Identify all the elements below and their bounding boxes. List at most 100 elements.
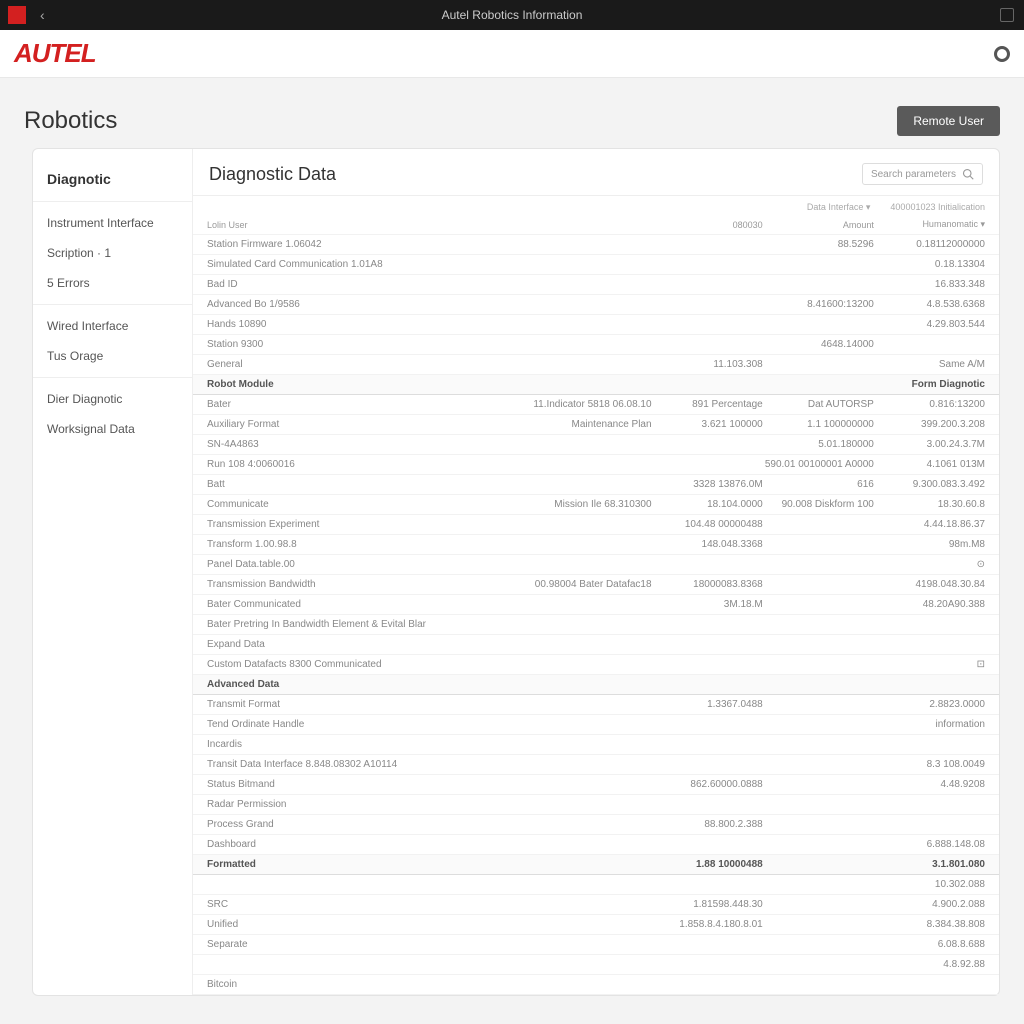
table-row: SN-4A48635.01.1800003.00.24.3.7M: [193, 435, 999, 455]
table-row: Expand Data: [193, 635, 999, 655]
window-control-icon[interactable]: [1000, 8, 1014, 22]
filter-row: Data Interface ▾ 400001023 Initialication: [193, 196, 999, 215]
cell: Dashboard: [207, 839, 503, 850]
cell: 3328 13876.0M: [652, 479, 763, 490]
cell: 11.103.308: [652, 359, 763, 370]
status-ring-icon[interactable]: [994, 46, 1010, 62]
app-icon: [8, 6, 26, 24]
sidebar-item-4[interactable]: Wired Interface: [33, 311, 192, 341]
cell: ⊙: [874, 559, 985, 570]
table-row: Dashboard6.888.148.08: [193, 835, 999, 855]
cell: 148.048.3368: [652, 539, 763, 550]
cell: Panel Data.table.00: [207, 559, 503, 570]
cell: 88.5296: [763, 239, 874, 250]
table-row: Transmit Format1.3367.04882.8823.0000: [193, 695, 999, 715]
table-row: Transmission Experiment104.48 000004884.…: [193, 515, 999, 535]
cell: Process Grand: [207, 819, 503, 830]
cell: 4198.048.30.84: [874, 579, 985, 590]
filter-1[interactable]: 400001023 Initialication: [890, 202, 985, 213]
cell: 4.44.18.86.37: [874, 519, 985, 530]
cell: Station Firmware 1.06042: [207, 239, 503, 250]
cell: 16.833.348: [874, 279, 985, 290]
table-row: General 11.103.308 Same A/M: [193, 355, 999, 375]
filter-0[interactable]: Data Interface ▾: [807, 202, 871, 213]
cell: Transmission Bandwidth: [207, 579, 503, 590]
table-row: Advanced Data: [193, 675, 999, 695]
cell: General: [207, 359, 503, 370]
cell: 4.48.9208: [874, 779, 985, 790]
cell: 0.816:13200: [874, 399, 985, 410]
table-row: Formatted 1.88 10000488 3.1.801.080: [193, 855, 999, 875]
cell: 3M.18.M: [652, 599, 763, 610]
cell: 4.29.803.544: [874, 319, 985, 330]
cell: 48.20A90.388: [874, 599, 985, 610]
cell: Transit Data Interface 8.848.08302 A1011…: [207, 759, 503, 770]
search-placeholder: Search parameters: [871, 169, 956, 180]
table-row: Panel Data.table.00 ⊙: [193, 555, 999, 575]
table-row: Transmission Bandwidth00.98004 Bater Dat…: [193, 575, 999, 595]
cell: 0.18.13304: [874, 259, 985, 270]
cell: Batt: [207, 479, 503, 490]
table-row: Robot ModuleForm Diagnotic: [193, 375, 999, 395]
cell: 88.800.2.388: [652, 819, 763, 830]
cell: Auxiliary Format: [207, 419, 503, 430]
cell: 18.104.0000: [652, 499, 763, 510]
back-button[interactable]: ‹: [34, 5, 51, 25]
table-row: CommunicateMission Ile 68.31030018.104.0…: [193, 495, 999, 515]
cell: 18000083.8368: [652, 579, 763, 590]
titlebar: ‹ Autel Robotics Information: [0, 0, 1024, 30]
cell: 1.88 10000488: [652, 859, 763, 870]
sidebar-item-0[interactable]: Diagnotic: [33, 163, 192, 195]
cell: 18.30.60.8: [874, 499, 985, 510]
cell: SRC: [207, 899, 503, 910]
cell: 0.18112000000: [874, 239, 985, 250]
data-card: Diagnotic Instrument InterfaceScription ·…: [32, 148, 1000, 996]
page-title: Robotics: [24, 107, 117, 135]
table-row: Status Bitmand862.60000.08884.48.9208: [193, 775, 999, 795]
cell: 1.3367.0488: [652, 699, 763, 710]
cell: Custom Datafacts 8300 Communicated: [207, 659, 503, 670]
sidebar-item-5[interactable]: Tus Orage: [33, 341, 192, 371]
cell: Expand Data: [207, 639, 503, 650]
sidebar-item-1[interactable]: Instrument Interface: [33, 208, 192, 238]
cell: 3.1.801.080: [874, 859, 985, 870]
cell: Bad ID: [207, 279, 503, 290]
data-table: Lolin User080030AmountHumanomatic ▾ Stati…: [193, 215, 999, 995]
cell: Formatted: [207, 859, 503, 870]
search-input[interactable]: Search parameters: [862, 163, 983, 185]
cell: 399.200.3.208: [874, 419, 985, 430]
cell: 080030: [652, 220, 763, 230]
table-row: Run 108 4:0060016590.01 00100001 A00004.…: [193, 455, 999, 475]
cell: 590.01 00100001 A0000: [763, 459, 874, 470]
cell: 1.1 100000000: [763, 419, 874, 430]
primary-action-button[interactable]: Remote User: [897, 106, 1000, 136]
cell: 10.302.088: [874, 879, 985, 890]
table-row: Lolin User080030AmountHumanomatic ▾: [193, 215, 999, 235]
table-row: Bater11.Indicator 5818 06.08.10891 Perce…: [193, 395, 999, 415]
cell: Advanced Bo 1/9586: [207, 299, 503, 310]
cell: 4.900.2.088: [874, 899, 985, 910]
page-header: Robotics Remote User: [0, 78, 1024, 148]
cell: Transmit Format: [207, 699, 503, 710]
window-title: Autel Robotics Information: [442, 8, 583, 22]
cell: Form Diagnotic: [874, 379, 985, 390]
cell: Same A/M: [874, 359, 985, 370]
content-area: Diagnostic Data Search parameters Data I…: [193, 149, 999, 995]
table-row: Custom Datafacts 8300 Communicated ⊡: [193, 655, 999, 675]
cell: ⊡: [874, 659, 985, 670]
table-row: Bad ID 16.833.348: [193, 275, 999, 295]
table-row: Advanced Bo 1/95868.41600:132004.8.538.6…: [193, 295, 999, 315]
cell: Bitcoin: [207, 979, 503, 990]
sidebar-item-2[interactable]: Scription · 1: [33, 238, 192, 268]
cell: 4.8.92.88: [874, 959, 985, 970]
table-row: SRC1.81598.448.304.900.2.088: [193, 895, 999, 915]
sidebar-item-3[interactable]: 5 Errors: [33, 268, 192, 298]
cell: 9.300.083.3.492: [874, 479, 985, 490]
card-header: Diagnostic Data Search parameters: [193, 149, 999, 196]
sidebar-item-7[interactable]: Worksignal Data: [33, 414, 192, 444]
cell: 8.3 108.0049: [874, 759, 985, 770]
table-row: Simulated Card Communication 1.01A80.18.…: [193, 255, 999, 275]
sidebar-item-6[interactable]: Dier Diagnotic: [33, 384, 192, 414]
cell: 5.01.180000: [763, 439, 874, 450]
table-row: Bitcoin: [193, 975, 999, 995]
